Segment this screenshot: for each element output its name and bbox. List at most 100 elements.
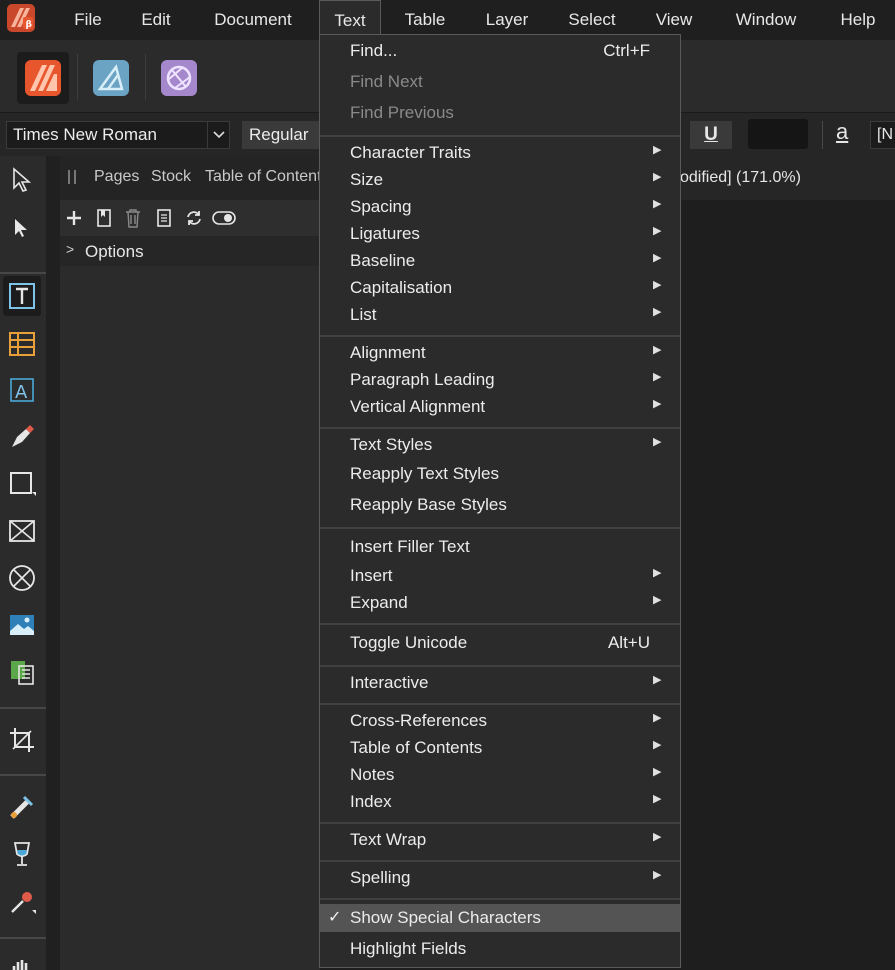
font-style-dropdown[interactable]: Regular bbox=[242, 121, 322, 149]
text-menu-dropdown: Find... Ctrl+F Find Next Find Previous C… bbox=[319, 34, 681, 968]
menu-help[interactable]: Help bbox=[828, 0, 888, 40]
menu-item-paragraph-leading[interactable]: Paragraph Leading ▶ bbox=[320, 370, 680, 392]
menu-window[interactable]: Window bbox=[722, 0, 810, 40]
app-logo-icon[interactable]: β bbox=[6, 3, 36, 33]
menu-separator bbox=[320, 623, 680, 625]
transparency-tool-icon[interactable] bbox=[3, 787, 41, 827]
menu-item-find[interactable]: Find... Ctrl+F bbox=[320, 41, 680, 63]
underline-button[interactable]: U bbox=[690, 121, 732, 149]
menu-item-reapply-text-styles[interactable]: Reapply Text Styles bbox=[320, 464, 680, 486]
fill-tool-icon[interactable] bbox=[3, 834, 41, 874]
publisher-persona-icon[interactable] bbox=[17, 52, 69, 104]
language-field[interactable]: [N bbox=[870, 121, 895, 149]
color-picker-tool-icon[interactable] bbox=[3, 882, 41, 922]
rectangle-tool-icon[interactable] bbox=[3, 464, 41, 504]
menu-item-find-previous: Find Previous bbox=[320, 103, 680, 125]
menu-file[interactable]: File bbox=[60, 0, 116, 40]
menu-item-label: Insert bbox=[350, 566, 393, 585]
svg-text:A: A bbox=[15, 382, 28, 403]
menu-item-find-next: Find Next bbox=[320, 72, 680, 94]
insert-page-icon[interactable] bbox=[94, 208, 114, 228]
pen-tool-icon[interactable] bbox=[3, 417, 41, 457]
menu-separator bbox=[320, 898, 680, 900]
frame-text-tool-icon[interactable] bbox=[3, 276, 41, 316]
tab-pages[interactable]: Pages bbox=[94, 168, 139, 186]
panel-toolbar bbox=[60, 200, 320, 236]
menu-item-size[interactable]: Size ▶ bbox=[320, 170, 680, 192]
move-tool-icon[interactable] bbox=[3, 160, 41, 200]
menu-item-label: Cross-References bbox=[350, 711, 487, 730]
submenu-arrow-icon: ▶ bbox=[653, 198, 662, 210]
submenu-arrow-icon: ▶ bbox=[653, 594, 662, 606]
crop-tool-icon[interactable] bbox=[3, 720, 41, 760]
vector-crop-tool-icon[interactable] bbox=[3, 652, 41, 692]
menu-item-vertical-alignment[interactable]: Vertical Alignment ▶ bbox=[320, 397, 680, 419]
menu-item-label: Size bbox=[350, 170, 384, 189]
toolbar-separator bbox=[0, 774, 46, 776]
menu-item-label: Interactive bbox=[350, 673, 429, 692]
picture-frame-rectangle-tool-icon[interactable] bbox=[3, 511, 41, 551]
options-label: Options bbox=[85, 242, 144, 261]
chevron-down-icon[interactable] bbox=[207, 122, 229, 148]
menu-item-label: Alignment bbox=[350, 343, 426, 362]
menu-item-reapply-base-styles[interactable]: Reapply Base Styles bbox=[320, 495, 680, 517]
tab-stock[interactable]: Stock bbox=[151, 168, 191, 186]
panel-grip-icon[interactable] bbox=[68, 170, 76, 184]
menu-item-capitalisation[interactable]: Capitalisation ▶ bbox=[320, 278, 680, 300]
picture-frame-ellipse-tool-icon[interactable] bbox=[3, 558, 41, 598]
submenu-arrow-icon: ▶ bbox=[653, 793, 662, 805]
shortcut-label: Ctrl+F bbox=[603, 41, 650, 60]
page-properties-icon[interactable] bbox=[154, 208, 174, 228]
menu-item-highlight-fields[interactable]: Highlight Fields bbox=[320, 939, 680, 961]
menu-item-label: Paragraph Leading bbox=[350, 370, 495, 389]
menu-item-show-special-characters[interactable]: ✓ Show Special Characters bbox=[320, 904, 680, 932]
font-family-dropdown[interactable]: Times New Roman bbox=[6, 121, 230, 149]
trash-icon[interactable] bbox=[123, 208, 143, 228]
place-image-tool-icon[interactable] bbox=[3, 605, 41, 645]
menu-item-insert-filler-text[interactable]: Insert Filler Text bbox=[320, 537, 680, 559]
menu-edit[interactable]: Edit bbox=[128, 0, 184, 40]
toggle-icon[interactable] bbox=[212, 208, 236, 228]
artistic-text-tool-icon[interactable]: A bbox=[3, 370, 41, 410]
menu-separator bbox=[320, 427, 680, 429]
tab-table-of-contents[interactable]: Table of Contents bbox=[205, 168, 330, 186]
table-tool-icon[interactable] bbox=[3, 324, 41, 364]
chevron-right-icon[interactable]: > bbox=[66, 241, 74, 257]
node-tool-icon[interactable] bbox=[3, 208, 41, 248]
menu-item-toggle-unicode[interactable]: Toggle Unicode Alt+U bbox=[320, 633, 680, 655]
font-family-value: Times New Roman bbox=[13, 125, 157, 144]
menu-item-ligatures[interactable]: Ligatures ▶ bbox=[320, 224, 680, 246]
toolbar-separator bbox=[0, 707, 46, 709]
menu-item-label: Find... bbox=[350, 41, 398, 60]
view-tool-icon[interactable] bbox=[3, 946, 41, 970]
menu-item-spacing[interactable]: Spacing ▶ bbox=[320, 197, 680, 219]
menu-item-character-traits[interactable]: Character Traits ▶ bbox=[320, 143, 680, 165]
submenu-arrow-icon: ▶ bbox=[653, 344, 662, 356]
submenu-arrow-icon: ▶ bbox=[653, 225, 662, 237]
options-section[interactable]: > Options bbox=[60, 236, 320, 266]
menu-item-index[interactable]: Index ▶ bbox=[320, 792, 680, 814]
menu-document[interactable]: Document bbox=[198, 0, 308, 40]
menu-item-expand[interactable]: Expand ▶ bbox=[320, 593, 680, 615]
menu-item-table-of-contents[interactable]: Table of Contents ▶ bbox=[320, 738, 680, 760]
menu-item-alignment[interactable]: Alignment ▶ bbox=[320, 343, 680, 365]
designer-persona-icon[interactable] bbox=[85, 52, 137, 104]
toolbar-separator bbox=[0, 937, 46, 939]
photo-persona-icon[interactable] bbox=[153, 52, 205, 104]
menu-item-text-wrap[interactable]: Text Wrap ▶ bbox=[320, 830, 680, 852]
character-format-icon[interactable]: a bbox=[836, 119, 848, 145]
svg-text:β: β bbox=[26, 20, 33, 30]
text-color-swatch[interactable] bbox=[748, 119, 808, 149]
add-icon[interactable] bbox=[64, 208, 84, 228]
menu-item-baseline[interactable]: Baseline ▶ bbox=[320, 251, 680, 273]
menu-item-notes[interactable]: Notes ▶ bbox=[320, 765, 680, 787]
menu-item-label: Notes bbox=[350, 765, 395, 784]
menu-item-spelling[interactable]: Spelling ▶ bbox=[320, 868, 680, 890]
menu-item-cross-references[interactable]: Cross-References ▶ bbox=[320, 711, 680, 733]
menu-item-list[interactable]: List ▶ bbox=[320, 305, 680, 327]
refresh-icon[interactable] bbox=[184, 208, 204, 228]
menu-item-insert[interactable]: Insert ▶ bbox=[320, 566, 680, 588]
menu-item-interactive[interactable]: Interactive ▶ bbox=[320, 673, 680, 695]
menu-item-text-styles[interactable]: Text Styles ▶ bbox=[320, 435, 680, 457]
submenu-arrow-icon: ▶ bbox=[653, 398, 662, 410]
